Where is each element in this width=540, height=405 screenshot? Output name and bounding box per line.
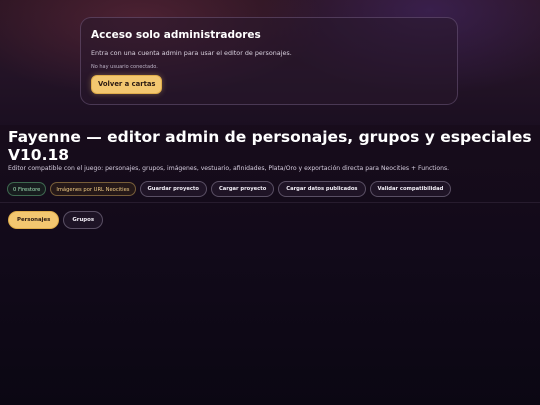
validate-compatibility-button[interactable]: Validar compatibilidad [369,181,452,197]
page-title: Fayenne — editor admin de personajes, gr… [8,128,532,164]
tab-personajes[interactable]: Personajes [8,211,60,229]
tab-grupos[interactable]: Grupos [63,211,104,229]
access-card-description: Entra con una cuenta admin para usar el … [91,49,292,57]
load-published-data-button[interactable]: Cargar datos publicados [278,181,366,197]
load-project-button[interactable]: Cargar proyecto [210,181,275,197]
image-mode-badge: Imágenes por URL Neocities [50,182,136,196]
toolbar: 0 Firestore Imágenes por URL Neocities G… [7,181,452,197]
firestore-status-badge: 0 Firestore [7,182,47,196]
access-card-title: Acceso solo administradores [91,29,261,41]
page-subtitle: Editor compatible con el juego: personaj… [8,165,450,172]
save-project-button[interactable]: Guardar proyecto [139,181,207,197]
section-divider [0,202,540,203]
editor-tabs: Personajes Grupos [8,211,104,229]
login-status-text: No hay usuario conectado. [91,64,158,70]
admin-access-card: Acceso solo administradores Entra con un… [80,17,458,105]
back-to-cards-button[interactable]: Volver a cartas [91,75,163,94]
